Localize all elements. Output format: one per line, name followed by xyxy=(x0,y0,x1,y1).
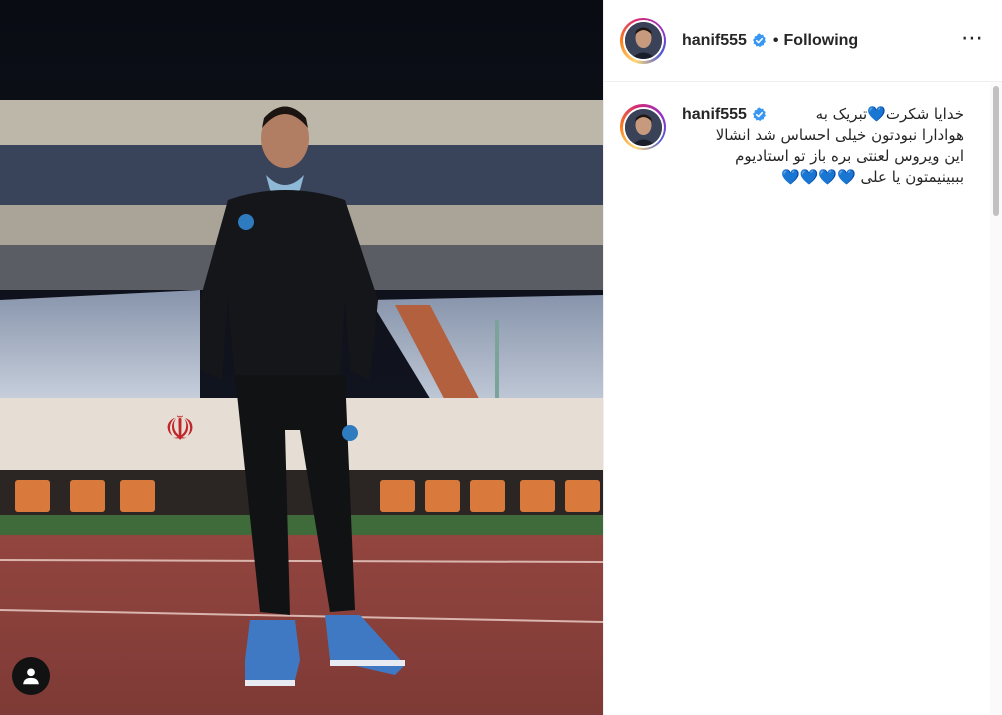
comment-avatar[interactable] xyxy=(620,104,666,150)
caption-line-3: این ویروس لعنتی بره باز تو استادیوم xyxy=(735,147,964,165)
verified-badge-icon xyxy=(752,107,767,122)
caption-text-block: hanif555 خدایا شکرت💙تبریک به هوادارا نبو… xyxy=(682,104,964,188)
profile-photo-icon xyxy=(624,22,662,59)
post-photo[interactable]: ☫ xyxy=(0,0,603,715)
caption-line-1: خدایا شکرت💙تبریک به xyxy=(815,105,964,123)
user-tag-icon xyxy=(23,668,39,685)
following-button[interactable]: Following xyxy=(784,32,859,50)
verified-badge-icon xyxy=(752,33,767,48)
comments-section[interactable]: hanif555 خدایا شکرت💙تبریک به هوادارا نبو… xyxy=(604,82,1002,715)
user-tag-button[interactable] xyxy=(12,657,50,695)
post-header: hanif555 • Following ⋯ xyxy=(604,0,1002,82)
profile-photo-icon xyxy=(624,108,662,146)
stadium-photo-image: ☫ xyxy=(0,0,603,715)
header-username[interactable]: hanif555 xyxy=(682,32,747,50)
caption-username[interactable]: hanif555 xyxy=(682,104,747,125)
post-side-panel: hanif555 • Following ⋯ hanif555 خدایا شک… xyxy=(603,0,1002,715)
caption-comment: hanif555 خدایا شکرت💙تبریک به هوادارا نبو… xyxy=(604,82,1002,188)
scrollbar[interactable] xyxy=(993,86,999,216)
separator-dot: • xyxy=(772,31,779,49)
avatar[interactable] xyxy=(620,17,666,64)
caption-line-4: بببینیمتون یا علی 💙💙💙💙 xyxy=(781,168,964,186)
svg-text:☫: ☫ xyxy=(165,409,195,449)
more-options-icon[interactable]: ⋯ xyxy=(961,27,984,49)
caption-line-2: هوادارا نبودتون خیلی احساس شد انشالا xyxy=(715,126,964,144)
